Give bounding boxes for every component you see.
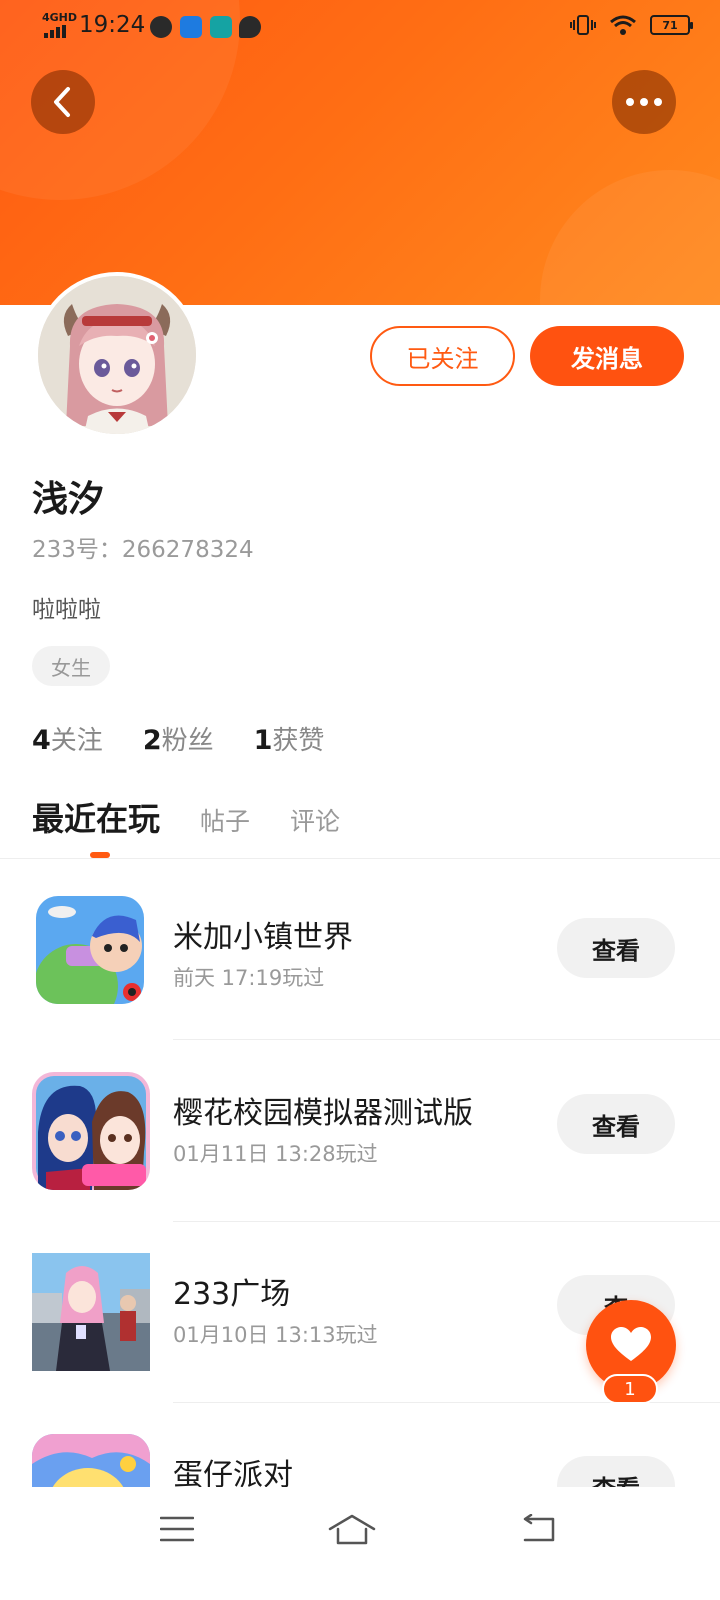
heart-icon bbox=[611, 1327, 651, 1361]
network-type: 4GHD bbox=[42, 11, 78, 24]
sakura-school-icon bbox=[32, 1072, 150, 1190]
back-nav-button[interactable] bbox=[508, 1507, 568, 1551]
profile-uid: 233号：266278324 bbox=[32, 537, 254, 563]
home-button[interactable] bbox=[322, 1507, 382, 1551]
list-item[interactable]: 蛋仔派对 查看 bbox=[0, 1434, 720, 1487]
chat-app-icon bbox=[239, 16, 261, 38]
game-title: 蛋仔派对 bbox=[173, 1458, 293, 1487]
clock: 19:24 bbox=[79, 12, 146, 38]
stat-following-label: 关注 bbox=[50, 726, 103, 756]
chevron-left-icon bbox=[54, 87, 70, 117]
view-button[interactable]: 查看 bbox=[557, 918, 675, 978]
list-item[interactable]: 樱花校园模拟器测试版 01月11日 13:28玩过 查看 bbox=[0, 1072, 720, 1254]
send-message-button[interactable]: 发消息 bbox=[530, 326, 684, 386]
profile-tabs: 最近在玩 帖子 评论 bbox=[32, 794, 380, 840]
game-last-played: 01月11日 13:28玩过 bbox=[173, 1142, 378, 1166]
stat-fans[interactable]: 2 粉丝 bbox=[143, 720, 214, 757]
home-icon bbox=[328, 1514, 376, 1545]
tabs-divider bbox=[0, 858, 720, 859]
cat-app-icon bbox=[150, 16, 172, 38]
return-icon bbox=[523, 1514, 555, 1542]
avatar-image bbox=[38, 276, 196, 434]
tab-recently-played[interactable]: 最近在玩 bbox=[32, 794, 160, 840]
back-button[interactable] bbox=[31, 70, 95, 134]
view-button[interactable]: 查看 bbox=[557, 1094, 675, 1154]
gender-tag: 女生 bbox=[32, 646, 110, 686]
game-title: 米加小镇世界 bbox=[173, 920, 353, 955]
row-divider bbox=[173, 1221, 720, 1222]
gallery-app-icon bbox=[210, 16, 232, 38]
tab-comments[interactable]: 评论 bbox=[290, 802, 340, 838]
stat-following[interactable]: 4 关注 bbox=[32, 720, 103, 757]
avatar[interactable] bbox=[34, 272, 200, 438]
more-dots-icon bbox=[626, 98, 662, 106]
stat-likes-label: 获赞 bbox=[272, 726, 325, 756]
vibrate-icon bbox=[570, 15, 596, 35]
game-title: 樱花校园模拟器测试版 bbox=[173, 1096, 473, 1131]
game-last-played: 01月10日 13:13玩过 bbox=[173, 1323, 378, 1347]
signal-icon bbox=[44, 25, 66, 38]
view-button[interactable]: 查看 bbox=[557, 1456, 675, 1487]
tab-posts[interactable]: 帖子 bbox=[200, 802, 250, 838]
battery-icon: 71 bbox=[650, 15, 693, 35]
stat-likes[interactable]: 1 获赞 bbox=[254, 720, 325, 757]
stat-fans-label: 粉丝 bbox=[161, 726, 214, 756]
followed-button[interactable]: 已关注 bbox=[370, 326, 515, 386]
system-navigation-bar bbox=[0, 1487, 720, 1600]
wifi-icon bbox=[610, 15, 636, 35]
profile-stats: 4 关注 2 粉丝 1 获赞 bbox=[32, 720, 324, 757]
toca-world-icon bbox=[36, 896, 144, 1004]
plaza-233-icon bbox=[32, 1253, 150, 1371]
list-item[interactable]: 米加小镇世界 前天 17:19玩过 查看 bbox=[0, 896, 720, 1078]
stat-following-count: 4 bbox=[32, 725, 51, 756]
menu-button[interactable] bbox=[147, 1507, 207, 1551]
profile-bio: 啦啦啦 bbox=[32, 597, 101, 623]
menu-icon bbox=[160, 1516, 194, 1542]
eggy-party-icon bbox=[32, 1434, 150, 1487]
profile-name: 浅汐 bbox=[32, 479, 105, 520]
more-options-button[interactable] bbox=[612, 70, 676, 134]
row-divider bbox=[173, 1039, 720, 1040]
like-count-badge: 1 bbox=[602, 1374, 658, 1404]
status-bar: 4GHD 19:24 71 bbox=[0, 0, 720, 56]
stat-fans-count: 2 bbox=[142, 725, 162, 756]
bluetooth-app-icon bbox=[180, 16, 202, 38]
stat-likes-count: 1 bbox=[253, 725, 273, 756]
game-last-played: 前天 17:19玩过 bbox=[173, 966, 325, 990]
battery-level: 71 bbox=[662, 18, 678, 32]
game-title: 233广场 bbox=[173, 1277, 291, 1312]
